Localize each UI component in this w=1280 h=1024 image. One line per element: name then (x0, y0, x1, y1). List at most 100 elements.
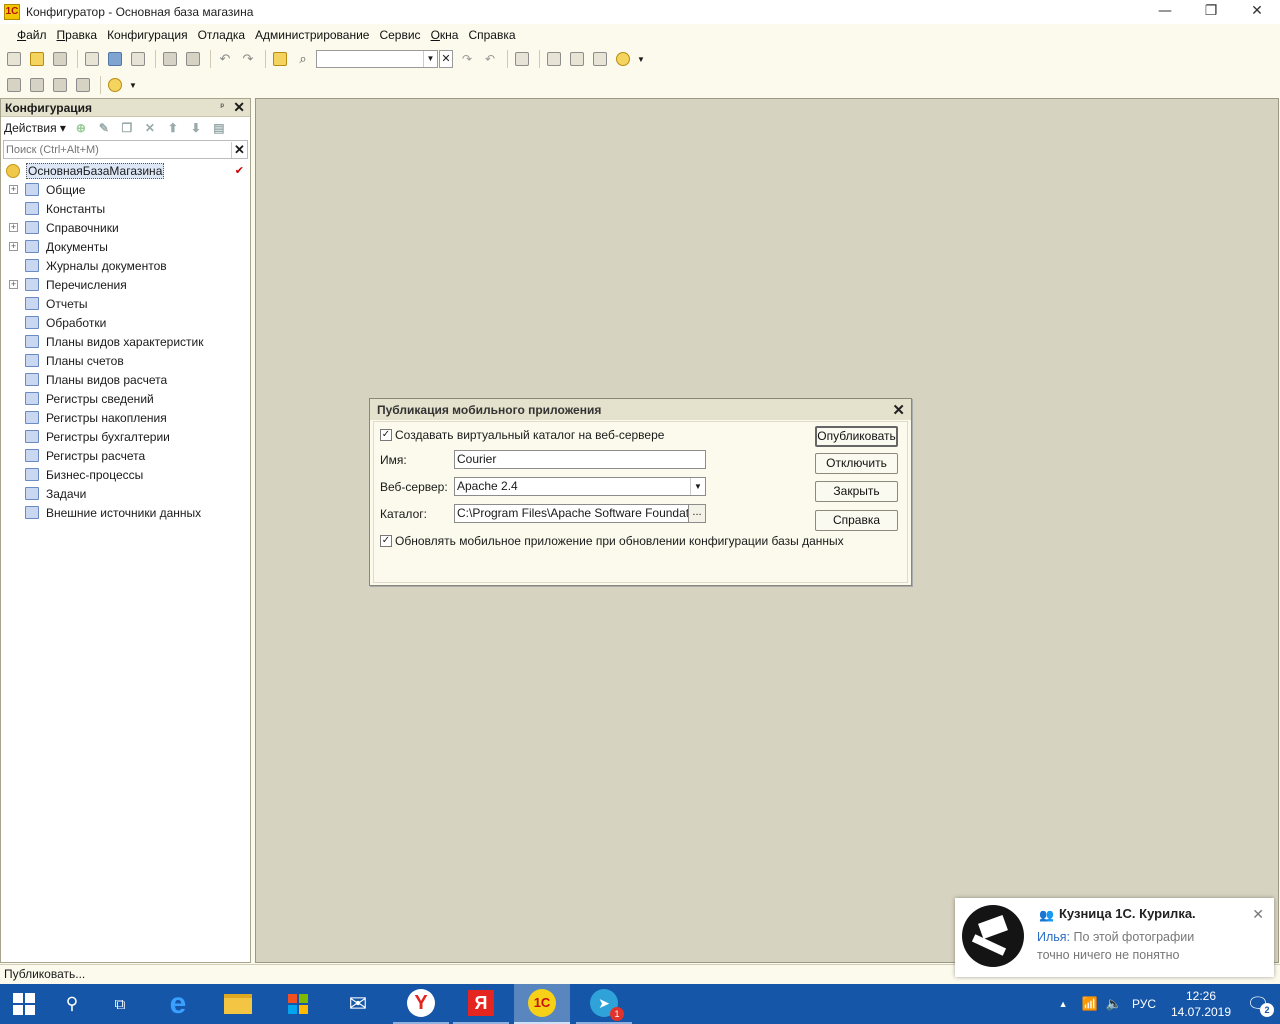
menu-item-1[interactable]: Правка (52, 28, 103, 42)
tree-item[interactable]: Регистры накопления (1, 408, 250, 427)
menu-item-6[interactable]: Окна (426, 28, 464, 42)
browse-button[interactable]: ... (688, 504, 706, 523)
menu-item-5[interactable]: Сервис (374, 28, 425, 42)
file-explorer-icon[interactable] (210, 984, 266, 1024)
tree-item[interactable]: Регистры сведений (1, 389, 250, 408)
tree-item[interactable]: Журналы документов (1, 256, 250, 275)
menu-item-4[interactable]: Администрирование (250, 28, 374, 42)
run-more-icon[interactable]: ▼ (128, 75, 138, 95)
cut-icon[interactable] (82, 49, 102, 69)
tree-item[interactable]: Планы видов характеристик (1, 332, 250, 351)
search-icon[interactable]: ⌕ (293, 49, 313, 69)
chat-notification[interactable]: 👥 Кузница 1С. Курилка. ✕ Илья: По этой ф… (955, 898, 1274, 977)
expand-icon[interactable]: + (9, 280, 18, 289)
chevron-down-icon[interactable]: ▼ (423, 51, 437, 67)
tree-item[interactable]: + Перечисления (1, 275, 250, 294)
tree-item[interactable]: Планы видов расчета (1, 370, 250, 389)
tree-item[interactable]: + Общие (1, 180, 250, 199)
config-open-icon[interactable] (4, 75, 24, 95)
close-panel-icon[interactable]: ✕ (233, 99, 245, 116)
find-next-icon[interactable]: ↷ (457, 49, 477, 69)
delete-icon[interactable]: ✕ (141, 119, 159, 137)
open-folder-icon[interactable] (27, 49, 47, 69)
expand-icon[interactable]: + (9, 242, 18, 251)
onec-icon[interactable]: 1С (514, 984, 570, 1024)
name-input[interactable]: Courier (454, 450, 706, 469)
volume-icon[interactable]: 🔈 (1106, 996, 1122, 1012)
print-preview-icon[interactable] (183, 49, 203, 69)
syntax-helper-icon[interactable] (567, 49, 587, 69)
clock[interactable]: 12:26 14.07.2019 (1166, 988, 1236, 1020)
book-icon[interactable] (590, 49, 610, 69)
webserver-select[interactable]: Apache 2.4 ▼ (454, 477, 706, 496)
restore-button[interactable]: ❐ (1188, 0, 1234, 24)
search-taskbar-icon[interactable]: ⚲ (48, 984, 96, 1024)
create-catalog-checkbox[interactable]: ✓ Создавать виртуальный каталог на веб-с… (380, 428, 664, 442)
close-window-button[interactable]: ✕ (1234, 0, 1280, 24)
tree-item[interactable]: Задачи (1, 484, 250, 503)
tree-item[interactable]: Регистры расчета (1, 446, 250, 465)
info-icon[interactable] (613, 49, 633, 69)
find-in-files-icon[interactable] (270, 49, 290, 69)
update-mobile-app-checkbox[interactable]: ✓ Обновлять мобильное приложение при обн… (380, 534, 844, 548)
tree-item[interactable]: Константы (1, 199, 250, 218)
menu-item-0[interactable]: Файл (12, 28, 52, 42)
config-compare-icon[interactable] (27, 75, 47, 95)
save-icon[interactable] (50, 49, 70, 69)
copy-item-icon[interactable]: ❐ (118, 119, 136, 137)
language-indicator[interactable]: РУС (1132, 997, 1156, 1011)
close-button[interactable]: Закрыть (815, 481, 898, 502)
undo-icon[interactable]: ↶ (215, 49, 235, 69)
copy-icon[interactable] (105, 49, 125, 69)
wizard-icon[interactable] (544, 49, 564, 69)
publish-button[interactable]: Опубликовать (815, 426, 898, 447)
menu-item-2[interactable]: Конфигурация (102, 28, 193, 42)
checkbox-check-icon[interactable]: ✓ (380, 429, 392, 441)
menu-item-7[interactable]: Справка (463, 28, 520, 42)
actions-menu[interactable]: Действия ▾ (4, 121, 66, 135)
tree-item[interactable]: Бизнес-процессы (1, 465, 250, 484)
redo-icon[interactable]: ↷ (238, 49, 258, 69)
tree-item[interactable]: Внешние источники данных (1, 503, 250, 522)
database-update-icon[interactable] (50, 75, 70, 95)
tree-item[interactable]: + Справочники (1, 218, 250, 237)
tree-item[interactable]: Обработки (1, 313, 250, 332)
close-notification-icon[interactable]: ✕ (1252, 906, 1264, 923)
action-center-icon[interactable]: 🗨 2 (1236, 994, 1280, 1017)
start-button[interactable] (0, 984, 48, 1024)
dialog-close-icon[interactable]: ✕ (892, 401, 905, 419)
new-file-icon[interactable] (4, 49, 24, 69)
yandex-icon[interactable]: Я (453, 984, 509, 1024)
run-debug-icon[interactable] (105, 75, 125, 95)
tree-root[interactable]: ОсновнаяБазаМагазина ✔ (1, 161, 250, 180)
tray-chevron-icon[interactable]: ▲ (1059, 999, 1068, 1009)
catalog-input[interactable]: C:\Program Files\Apache Software Foundat… (454, 504, 689, 523)
tree-item[interactable]: Отчеты (1, 294, 250, 313)
pin-icon[interactable]: ᵖ (220, 101, 224, 111)
move-down-icon[interactable]: ⬇ (187, 119, 205, 137)
store-icon[interactable] (270, 984, 326, 1024)
toolbar-search-input[interactable]: ▼ (316, 50, 438, 68)
mail-icon[interactable]: ✉ (330, 984, 386, 1024)
find-prev-icon[interactable]: ↶ (480, 49, 500, 69)
telegram-icon[interactable]: ➤ 1 (576, 984, 632, 1024)
windows-icon[interactable] (512, 49, 532, 69)
minimize-button[interactable]: — (1142, 0, 1188, 24)
toolbar-more-icon[interactable]: ▼ (636, 49, 646, 69)
clear-tree-search-icon[interactable]: ✕ (231, 141, 247, 158)
tree-item[interactable]: Регистры бухгалтерии (1, 427, 250, 446)
print-icon[interactable] (160, 49, 180, 69)
checkbox-check-icon[interactable]: ✓ (380, 535, 392, 547)
sort-icon[interactable]: ▤ (210, 119, 228, 137)
tree-item[interactable]: Планы счетов (1, 351, 250, 370)
edge-icon[interactable]: e (150, 984, 206, 1024)
yandex-browser-icon[interactable]: Y (393, 984, 449, 1024)
edit-icon[interactable]: ✎ (95, 119, 113, 137)
expand-icon[interactable]: + (9, 185, 18, 194)
tree-item[interactable]: + Документы (1, 237, 250, 256)
menu-item-3[interactable]: Отладка (193, 28, 250, 42)
config-tree-icon[interactable] (73, 75, 93, 95)
tree-search-input[interactable] (4, 141, 231, 158)
help-button[interactable]: Справка (815, 510, 898, 531)
add-icon[interactable]: ⊕ (72, 119, 90, 137)
